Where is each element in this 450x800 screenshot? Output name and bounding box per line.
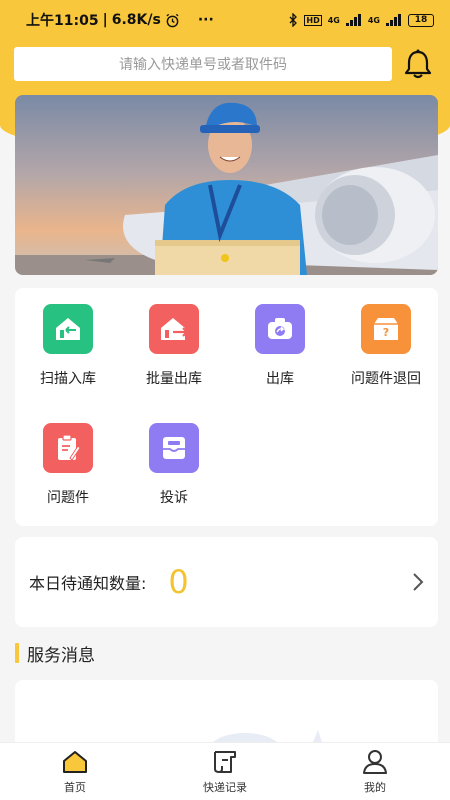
tab-label: 快递记录 bbox=[203, 780, 247, 794]
action-label: 投诉 bbox=[160, 490, 188, 506]
chevron-right-icon[interactable] bbox=[412, 572, 424, 592]
profile-icon bbox=[363, 749, 387, 774]
action-label: 扫描入库 bbox=[40, 371, 96, 387]
hd-badge: HD bbox=[304, 14, 322, 26]
tab-label: 首页 bbox=[64, 780, 86, 794]
action-grid: 扫描入库 批量出库 出库 ? 问题件退回 问题件 投诉 bbox=[15, 288, 438, 526]
action-checkout[interactable]: 出库 bbox=[227, 304, 333, 388]
action-problem-return[interactable]: ? 问题件退回 bbox=[333, 304, 439, 388]
banner-illustration bbox=[15, 102, 438, 275]
pending-notice-label: 本日待通知数量: bbox=[29, 574, 147, 593]
problem-return-icon: ? bbox=[361, 304, 411, 354]
camera-out-icon bbox=[255, 304, 305, 354]
action-label: 批量出库 bbox=[146, 371, 202, 387]
pending-notice-card[interactable]: 本日待通知数量: 0 bbox=[15, 537, 438, 627]
network-label-1: 4G bbox=[327, 15, 340, 25]
status-bar: 上午11:05 | 6.8K/s ··· HD 4G 4G 18 bbox=[0, 0, 450, 40]
tab-label: 我的 bbox=[364, 780, 386, 794]
tab-home[interactable]: 首页 bbox=[0, 743, 150, 800]
bell-icon[interactable] bbox=[403, 48, 433, 80]
tab-profile[interactable]: 我的 bbox=[300, 743, 450, 800]
batch-out-icon bbox=[149, 304, 199, 354]
signal-icon bbox=[345, 14, 361, 26]
action-label: 问题件退回 bbox=[351, 371, 421, 387]
status-speed: 6.8K/s bbox=[111, 12, 161, 28]
complaint-icon bbox=[149, 423, 199, 473]
problem-item-icon bbox=[43, 423, 93, 473]
tab-records[interactable]: 快递记录 bbox=[150, 743, 300, 800]
network-label-2: 4G bbox=[367, 15, 380, 25]
search-placeholder: 请输入快递单号或者取件码 bbox=[119, 57, 287, 73]
records-icon bbox=[214, 750, 236, 773]
status-separator: | bbox=[102, 12, 108, 28]
action-batch-out[interactable]: 批量出库 bbox=[121, 304, 227, 388]
action-complaint[interactable]: 投诉 bbox=[121, 423, 227, 507]
section-title: 服务消息 bbox=[27, 645, 95, 666]
home-icon bbox=[63, 750, 87, 773]
action-scan-in[interactable]: 扫描入库 bbox=[15, 304, 121, 388]
alarm-icon bbox=[166, 13, 179, 27]
promo-banner[interactable] bbox=[15, 95, 438, 275]
action-label: 问题件 bbox=[47, 490, 89, 506]
action-label: 出库 bbox=[266, 371, 294, 387]
status-time: 上午11:05 bbox=[26, 13, 99, 29]
svg-text:?: ? bbox=[383, 326, 389, 339]
section-header: 服务消息 bbox=[15, 642, 95, 666]
action-problem-item[interactable]: 问题件 bbox=[15, 423, 121, 507]
search-input[interactable]: 请输入快递单号或者取件码 bbox=[14, 47, 392, 81]
status-more: ··· bbox=[197, 12, 214, 28]
scan-in-icon bbox=[43, 304, 93, 354]
pending-notice-count: 0 bbox=[168, 563, 189, 601]
battery-icon: 18 bbox=[408, 13, 434, 27]
section-accent-bar bbox=[15, 643, 19, 663]
bluetooth-icon bbox=[289, 13, 298, 27]
signal-icon-2 bbox=[386, 14, 401, 26]
bottom-tab-bar: 首页 快递记录 我的 bbox=[0, 742, 450, 800]
